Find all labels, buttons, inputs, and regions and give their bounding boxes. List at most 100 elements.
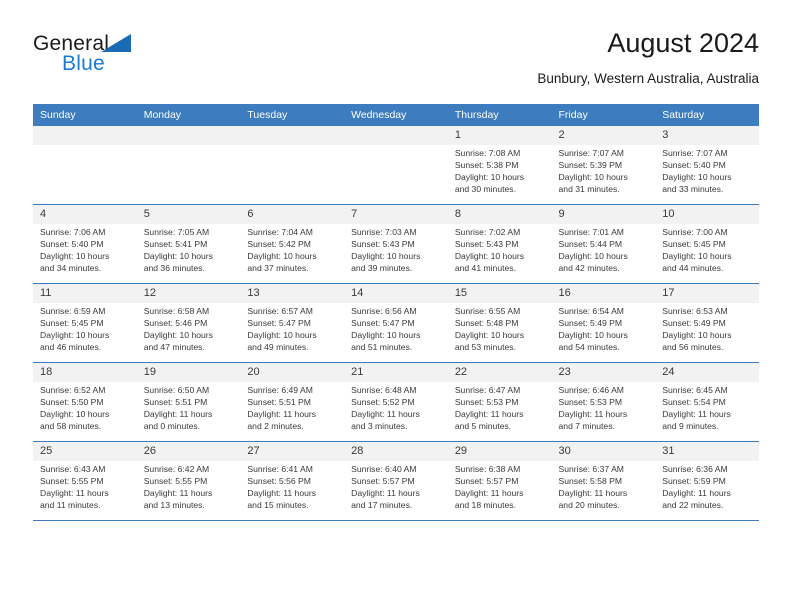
calendar-day-cell[interactable]: 6 Sunrise: 7:04 AM Sunset: 5:42 PM Daylight… (240, 204, 345, 284)
day-details: Sunrise: 7:08 AM Sunset: 5:38 PM Daylight:… (448, 145, 552, 196)
sunrise-text: Sunrise: 6:37 AM (558, 464, 624, 474)
calendar-day-cell[interactable]: 27 Sunrise: 6:41 AM Sunset: 5:56 PM Dayligh… (240, 441, 345, 521)
daylight-text-line1: Daylight: 10 hours (558, 171, 628, 182)
daylight-text-line1: Daylight: 11 hours (143, 408, 213, 419)
daylight-text-line2: and 33 minutes. (662, 183, 724, 194)
calendar-day-cell[interactable]: 28 Sunrise: 6:40 AM Sunset: 5:57 PM Dayligh… (344, 441, 448, 521)
general-blue-logo[interactable]: General Blue (33, 32, 263, 84)
calendar-day-cell[interactable]: 11 Sunrise: 6:59 AM Sunset: 5:45 PM Dayligh… (33, 283, 137, 363)
calendar-day-cell[interactable]: 2 Sunrise: 7:07 AM Sunset: 5:39 PM Daylight… (551, 126, 656, 205)
sunrise-text: Sunrise: 6:38 AM (454, 464, 521, 474)
day-number: 30 (551, 442, 656, 461)
calendar-day-cell[interactable]: 4 Sunrise: 7:06 AM Sunset: 5:40 PM Daylight… (33, 204, 137, 284)
daylight-text-line2: and 22 minutes. (662, 499, 724, 510)
calendar-day-cell[interactable]: 18 Sunrise: 6:52 AM Sunset: 5:50 PM Dayligh… (33, 362, 137, 442)
day-details: Sunrise: 6:42 AM Sunset: 5:55 PM Daylight:… (137, 461, 241, 512)
calendar-day-cell[interactable]: 15 Sunrise: 6:55 AM Sunset: 5:48 PM Dayligh… (447, 283, 552, 363)
calendar-day-cell[interactable]: 13 Sunrise: 6:57 AM Sunset: 5:47 PM Dayligh… (240, 283, 345, 363)
day-number: 5 (136, 205, 241, 224)
day-details: Sunrise: 6:45 AM Sunset: 5:54 PM Daylight:… (655, 382, 759, 433)
sunrise-text: Sunrise: 6:58 AM (143, 306, 210, 316)
calendar-day-cell[interactable]: 25 Sunrise: 6:43 AM Sunset: 5:55 PM Dayligh… (33, 441, 137, 521)
calendar-day-cell[interactable]: 3 Sunrise: 7:07 AM Sunset: 5:40 PM Daylight… (655, 126, 759, 205)
daylight-text-line2: and 39 minutes. (351, 262, 413, 273)
daylight-text-line1: Daylight: 10 hours (40, 250, 110, 261)
daylight-text-line1: Daylight: 11 hours (40, 487, 109, 498)
calendar-day-cell[interactable]: 19 Sunrise: 6:50 AM Sunset: 5:51 PM Dayligh… (136, 362, 241, 442)
calendar-day-cell[interactable]: 23 Sunrise: 6:46 AM Sunset: 5:53 PM Dayligh… (551, 362, 656, 442)
calendar-day-cell[interactable]: 29 Sunrise: 6:38 AM Sunset: 5:57 PM Dayligh… (447, 441, 552, 521)
daylight-text-line1: Daylight: 11 hours (143, 487, 213, 498)
sunrise-text: Sunrise: 7:01 AM (558, 227, 624, 237)
day-details: Sunrise: 6:43 AM Sunset: 5:55 PM Daylight:… (33, 461, 137, 512)
calendar-day-cell-empty (136, 126, 241, 205)
day-details: Sunrise: 6:55 AM Sunset: 5:48 PM Daylight:… (448, 303, 552, 354)
sunrise-text: Sunrise: 6:53 AM (662, 306, 728, 316)
calendar-day-cell[interactable]: 20 Sunrise: 6:49 AM Sunset: 5:51 PM Dayligh… (240, 362, 345, 442)
weekday-header-saturday: Saturday (655, 104, 759, 126)
daylight-text-line2: and 47 minutes. (143, 341, 205, 352)
sunset-text: Sunset: 5:56 PM (247, 475, 311, 486)
calendar-day-cell[interactable]: 7 Sunrise: 7:03 AM Sunset: 5:43 PM Daylight… (344, 204, 448, 284)
title-block: August 2024 Bunbury, Western Australia, … (537, 26, 759, 89)
weekday-header-friday: Friday (551, 104, 656, 126)
daylight-text-line2: and 9 minutes. (662, 420, 719, 431)
day-number: 25 (33, 442, 137, 461)
calendar-day-cell[interactable]: 21 Sunrise: 6:48 AM Sunset: 5:52 PM Dayligh… (344, 362, 448, 442)
calendar-day-cell[interactable]: 10 Sunrise: 7:00 AM Sunset: 5:45 PM Dayligh… (655, 204, 759, 284)
daylight-text-line1: Daylight: 10 hours (40, 408, 110, 419)
sunset-text: Sunset: 5:42 PM (247, 238, 311, 249)
sunrise-text: Sunrise: 6:40 AM (351, 464, 417, 474)
day-number: 4 (33, 205, 137, 224)
sunset-text: Sunset: 5:39 PM (558, 159, 623, 170)
sunrise-text: Sunrise: 7:03 AM (351, 227, 417, 237)
calendar-day-cell[interactable]: 30 Sunrise: 6:37 AM Sunset: 5:58 PM Dayligh… (551, 441, 656, 521)
day-details: Sunrise: 7:07 AM Sunset: 5:40 PM Daylight:… (655, 145, 759, 196)
calendar-day-cell[interactable]: 14 Sunrise: 6:56 AM Sunset: 5:47 PM Dayligh… (344, 283, 448, 363)
daylight-text-line1: Daylight: 11 hours (662, 408, 731, 419)
calendar-day-cell[interactable]: 9 Sunrise: 7:01 AM Sunset: 5:44 PM Daylight… (551, 204, 656, 284)
daylight-text-line1: Daylight: 11 hours (351, 408, 420, 419)
sunrise-text: Sunrise: 7:07 AM (558, 148, 624, 158)
calendar-header-row: Sunday Monday Tuesday Wednesday Thursday… (33, 104, 759, 126)
sunset-text: Sunset: 5:57 PM (454, 475, 519, 486)
daylight-text-line1: Daylight: 11 hours (558, 487, 628, 498)
sunrise-text: Sunrise: 6:46 AM (558, 385, 624, 395)
sunrise-text: Sunrise: 6:54 AM (558, 306, 624, 316)
calendar-day-cell[interactable]: 26 Sunrise: 6:42 AM Sunset: 5:55 PM Dayligh… (136, 441, 241, 521)
sunset-text: Sunset: 5:48 PM (454, 317, 519, 328)
day-details: Sunrise: 6:40 AM Sunset: 5:57 PM Daylight:… (344, 461, 448, 512)
calendar-day-cell[interactable]: 16 Sunrise: 6:54 AM Sunset: 5:49 PM Dayligh… (551, 283, 656, 363)
calendar-week-row: 25 Sunrise: 6:43 AM Sunset: 5:55 PM Dayligh… (33, 441, 759, 521)
daylight-text-line2: and 13 minutes. (143, 499, 205, 510)
daylight-text-line2: and 15 minutes. (247, 499, 309, 510)
location-subtitle: Bunbury, Western Australia, Australia (537, 71, 759, 86)
calendar-day-cell[interactable]: 22 Sunrise: 6:47 AM Sunset: 5:53 PM Dayligh… (447, 362, 552, 442)
day-number: 29 (447, 442, 552, 461)
day-number: 10 (655, 205, 759, 224)
day-number: 8 (447, 205, 552, 224)
calendar-day-cell[interactable]: 24 Sunrise: 6:45 AM Sunset: 5:54 PM Dayligh… (655, 362, 759, 442)
sunrise-text: Sunrise: 6:41 AM (247, 464, 313, 474)
sunset-text: Sunset: 5:43 PM (454, 238, 519, 249)
daylight-text-line1: Daylight: 10 hours (247, 250, 317, 261)
weekday-header-monday: Monday (136, 104, 241, 126)
day-number: 27 (240, 442, 345, 461)
sunrise-text: Sunrise: 6:50 AM (143, 385, 210, 395)
day-details: Sunrise: 7:02 AM Sunset: 5:43 PM Daylight:… (448, 224, 552, 275)
daylight-text-line1: Daylight: 10 hours (143, 250, 213, 261)
day-number: 26 (136, 442, 241, 461)
calendar-day-cell[interactable]: 8 Sunrise: 7:02 AM Sunset: 5:43 PM Daylight… (447, 204, 552, 284)
day-number (33, 126, 137, 145)
calendar-day-cell[interactable]: 12 Sunrise: 6:58 AM Sunset: 5:46 PM Dayligh… (136, 283, 241, 363)
day-details: Sunrise: 6:58 AM Sunset: 5:46 PM Daylight:… (137, 303, 241, 354)
calendar-day-cell[interactable]: 1 Sunrise: 7:08 AM Sunset: 5:38 PM Daylight… (447, 126, 552, 205)
calendar-day-cell[interactable]: 5 Sunrise: 7:05 AM Sunset: 5:41 PM Daylight… (136, 204, 241, 284)
sunset-text: Sunset: 5:49 PM (558, 317, 623, 328)
calendar-day-cell[interactable]: 31 Sunrise: 6:36 AM Sunset: 5:59 PM Dayligh… (655, 441, 759, 521)
calendar-day-cell[interactable]: 17 Sunrise: 6:53 AM Sunset: 5:49 PM Dayligh… (655, 283, 759, 363)
day-details: Sunrise: 7:07 AM Sunset: 5:39 PM Daylight:… (552, 145, 656, 196)
day-number: 22 (447, 363, 552, 382)
day-number: 23 (551, 363, 656, 382)
day-number: 7 (344, 205, 448, 224)
